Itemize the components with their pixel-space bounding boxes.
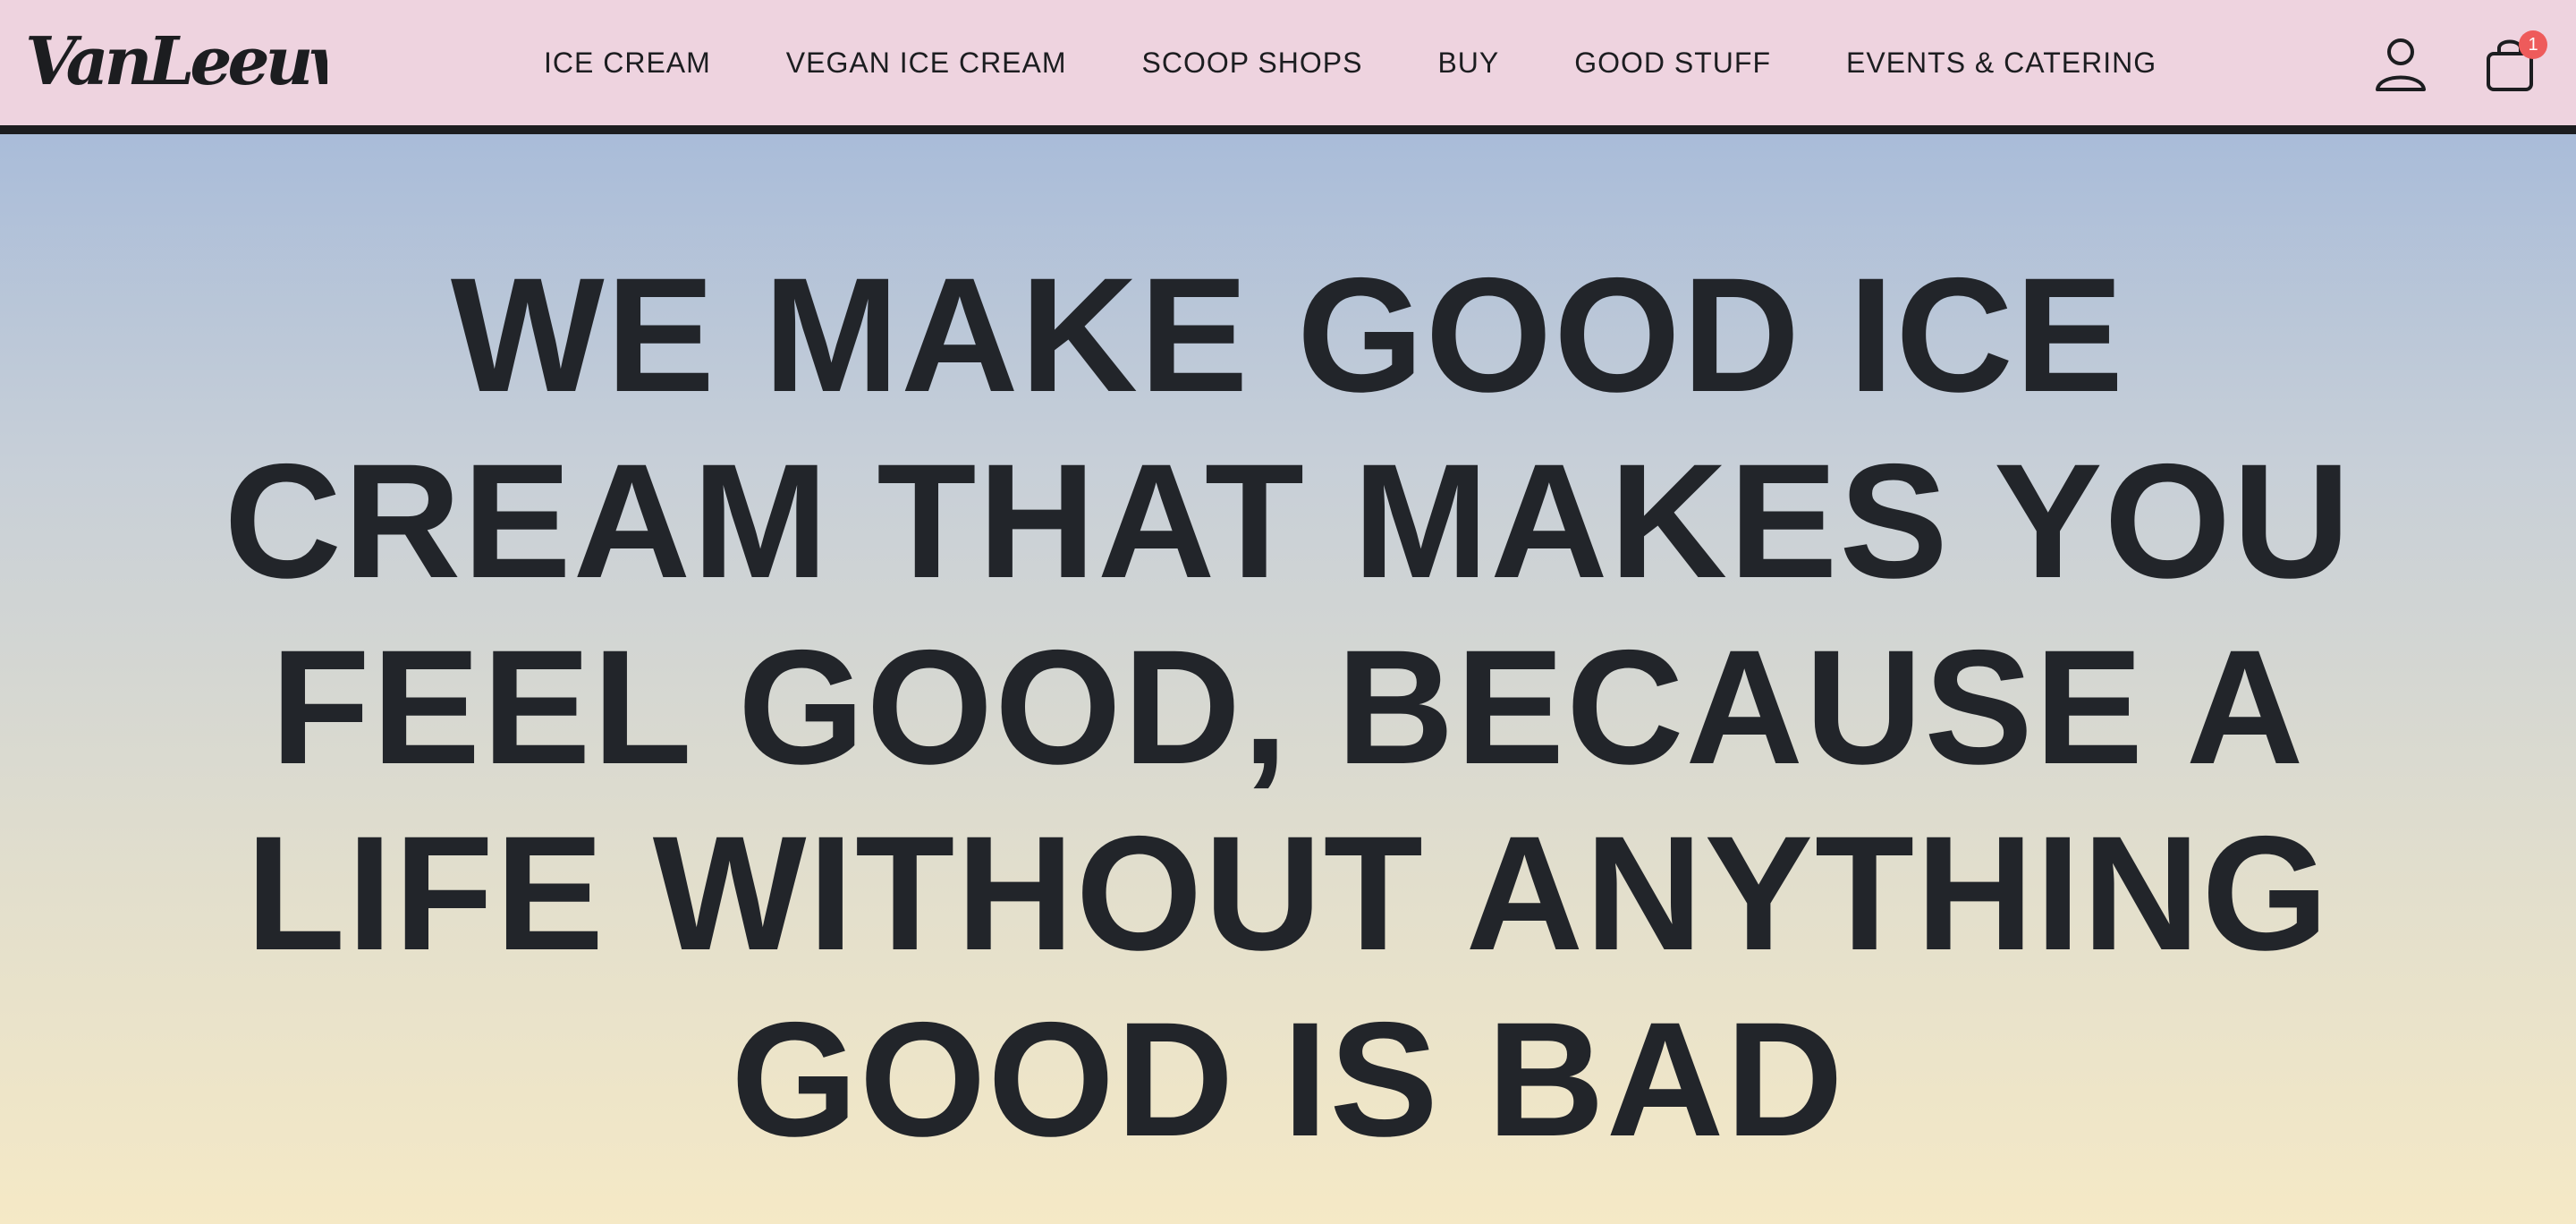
hero-headline: WE MAKE GOOD ICE CREAM THAT MAKES YOU FE…: [224, 243, 2352, 1170]
main-nav: ICE CREAM VEGAN ICE CREAM SCOOP SHOPS BU…: [510, 0, 2157, 125]
account-button[interactable]: [2370, 34, 2431, 95]
user-icon: [2376, 38, 2426, 91]
hero-section: WE MAKE GOOD ICE CREAM THAT MAKES YOU FE…: [0, 134, 2576, 1224]
cart-button[interactable]: 1: [2479, 30, 2547, 95]
nav-item-ice-cream[interactable]: ICE CREAM: [544, 47, 711, 80]
cart-count-badge: 1: [2519, 30, 2547, 59]
nav-item-events-catering[interactable]: EVENTS & CATERING: [1846, 47, 2157, 80]
brand-logo[interactable]: VanLeeuwen: [23, 20, 448, 106]
nav-item-vegan-ice-cream[interactable]: VEGAN ICE CREAM: [786, 47, 1067, 80]
logo-wordmark: VanLeeuwen: [25, 23, 448, 100]
site-header: VanLeeuwen ICE CREAM VEGAN ICE CREAM SCO…: [0, 0, 2576, 134]
nav-item-good-stuff[interactable]: GOOD STUFF: [1574, 47, 1771, 80]
nav-item-buy[interactable]: BUY: [1437, 47, 1499, 80]
logo-text: VanLeeuwen: [25, 23, 327, 100]
nav-item-scoop-shops[interactable]: SCOOP SHOPS: [1142, 47, 1363, 80]
